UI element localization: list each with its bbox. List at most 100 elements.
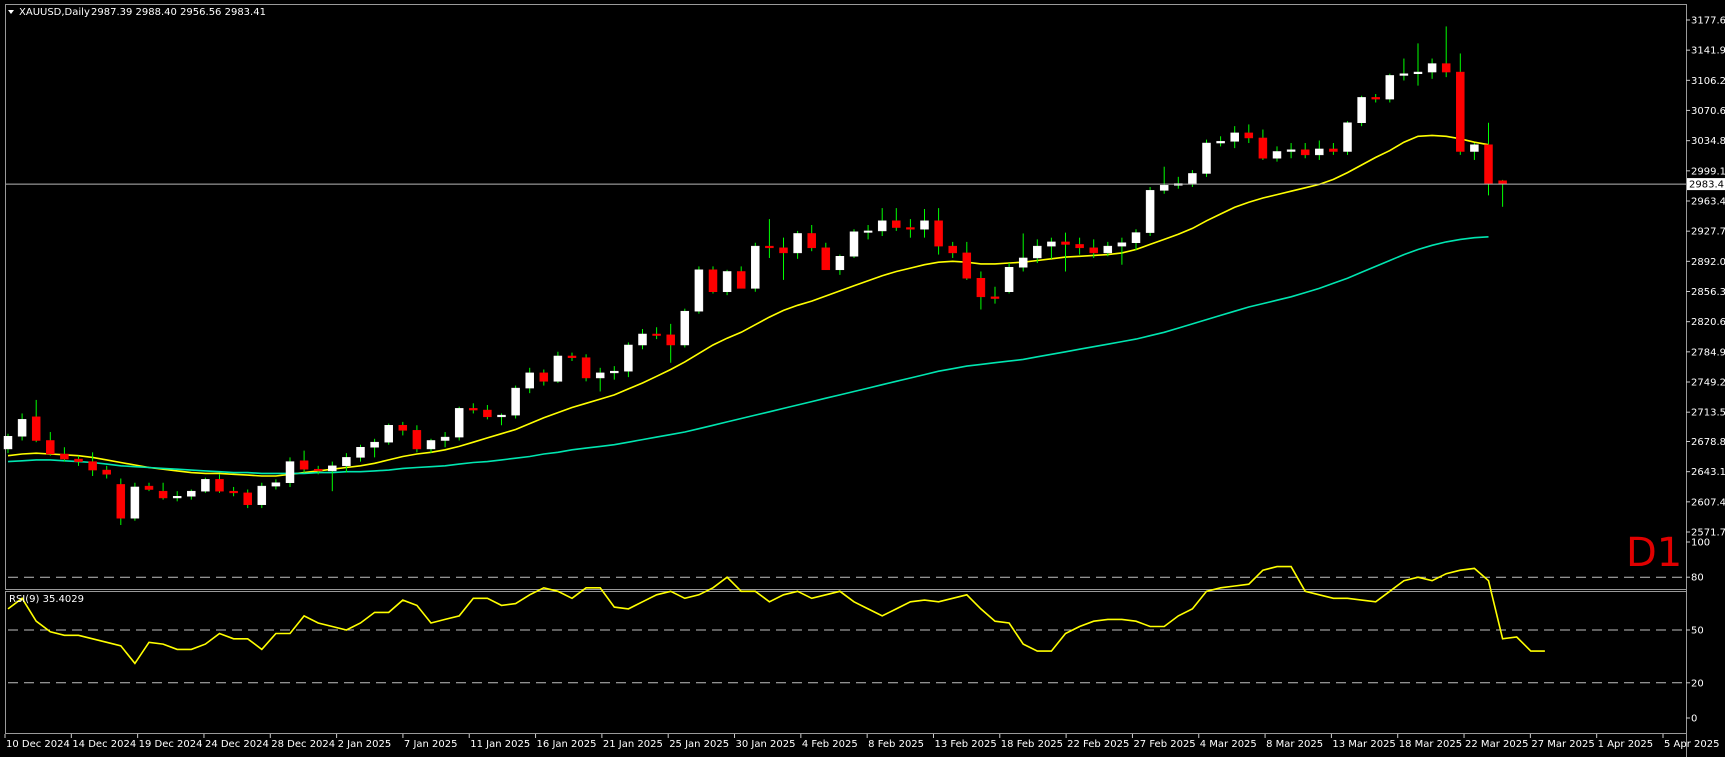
bull-candle-body: [553, 355, 563, 382]
price-tick-label: 2784.90: [1691, 347, 1725, 358]
bull-candle-body: [920, 220, 929, 230]
candle: [849, 229, 859, 258]
bear-candle-body: [666, 334, 675, 346]
bull-candle-body: [849, 231, 859, 257]
time-tick-label: 18 Mar 2025: [1399, 739, 1462, 750]
bear-candle-body: [821, 247, 831, 271]
time-tick-label: 13 Mar 2025: [1332, 739, 1395, 750]
bull-candle-body: [328, 465, 337, 472]
bull-candle-body: [1286, 149, 1296, 152]
bear-candle-body: [1441, 63, 1451, 73]
price-tick-label: 3141.90: [1691, 46, 1725, 57]
bear-candle-body: [1075, 244, 1084, 249]
bull-candle-body: [1216, 141, 1225, 144]
candle: [511, 385, 520, 419]
time-tick-label: 30 Jan 2025: [736, 739, 796, 750]
bear-candle-body: [412, 430, 422, 450]
bear-candle-body: [1258, 137, 1268, 159]
candle: [553, 351, 563, 384]
bull-candle-body: [1272, 151, 1282, 159]
time-tick-label: 13 Feb 2025: [934, 739, 996, 750]
bear-candle-body: [88, 461, 97, 471]
candle: [257, 482, 267, 509]
bear-candle-body: [765, 245, 774, 249]
bear-candle-body: [116, 484, 126, 519]
bear-candle-body: [1244, 132, 1254, 139]
candle: [751, 242, 760, 292]
candle: [1202, 139, 1211, 177]
bull-candle-body: [1427, 63, 1437, 73]
bear-candle-body: [652, 333, 661, 336]
bear-candle-body: [892, 220, 901, 228]
bull-candle-body: [1470, 144, 1479, 152]
bear-candle-body: [581, 357, 591, 379]
price-tick-label: 2820.60: [1691, 317, 1725, 328]
time-tick-label: 8 Feb 2025: [868, 739, 924, 750]
bull-candle-body: [1188, 173, 1197, 184]
price-tick-label: 2856.30: [1691, 287, 1725, 298]
symbol-label: XAUUSD,Daily: [19, 7, 90, 18]
time-tick-label: 27 Mar 2025: [1531, 739, 1594, 750]
bear-candle-body: [46, 440, 55, 455]
time-tick-label: 27 Feb 2025: [1133, 739, 1195, 750]
price-tick-label: 3070.60: [1691, 106, 1725, 117]
time-tick-label: 1 Apr 2025: [1598, 739, 1653, 750]
bull-candle-body: [1315, 148, 1324, 156]
bear-candle-body: [1089, 247, 1098, 254]
bull-candle-body: [1103, 245, 1113, 254]
bull-candle-body: [624, 344, 633, 372]
candle: [1357, 95, 1366, 127]
candle: [722, 269, 732, 296]
bear-candle-body: [243, 492, 252, 505]
time-tick-label: 11 Jan 2025: [470, 739, 530, 750]
bull-candle-body: [1033, 245, 1042, 259]
bear-candle-body: [469, 408, 478, 411]
time-tick-label: 16 Jan 2025: [537, 739, 597, 750]
bull-candle-body: [3, 436, 13, 450]
bull-candle-body: [426, 440, 436, 450]
candle: [201, 477, 210, 493]
bear-candle-body: [74, 458, 83, 462]
time-tick-label: 25 Jan 2025: [669, 739, 729, 750]
time-tick-label: 19 Dec 2024: [139, 739, 203, 750]
bear-candle-body: [807, 233, 816, 249]
price-tick-label: 2643.10: [1691, 467, 1725, 478]
time-tick-label: 7 Jan 2025: [404, 739, 458, 750]
bull-candle-body: [694, 269, 704, 312]
candle: [694, 266, 704, 314]
candle: [116, 478, 126, 525]
bull-candle-body: [454, 408, 464, 438]
time-tick-label: 18 Feb 2025: [1001, 739, 1063, 750]
price-tick-label: 2963.40: [1691, 197, 1725, 208]
bull-candle-body: [130, 486, 140, 519]
bull-candle-body: [1343, 122, 1352, 152]
bear-candle-body: [934, 220, 943, 247]
rsi-tick-label: 100: [1691, 538, 1710, 549]
time-tick-label: 5 Apr 2025: [1664, 739, 1719, 750]
bull-candle-body: [1202, 142, 1211, 174]
time-tick-label: 4 Feb 2025: [802, 739, 858, 750]
price-tick-label: 3106.20: [1691, 76, 1725, 87]
bear-candle-body: [313, 468, 323, 472]
trading-terminal: 3177.60 3141.90 3106.20 3070.60 3034.80 2999.…: [0, 0, 1725, 757]
bull-candle-body: [1131, 232, 1141, 243]
rsi-tick-label: 50: [1691, 626, 1704, 637]
candle: [384, 423, 393, 445]
price-tick-label: 3034.80: [1691, 136, 1725, 147]
bull-candle-body: [370, 441, 379, 448]
time-tick-label: 22 Feb 2025: [1067, 739, 1129, 750]
time-tick-label: 4 Mar 2025: [1200, 739, 1257, 750]
bull-candle-body: [1413, 71, 1423, 74]
price-tick-label: 2713.50: [1691, 408, 1725, 419]
bear-candle-body: [948, 245, 957, 254]
chart-canvas[interactable]: 3177.60 3141.90 3106.20 3070.60 3034.80 2999.…: [0, 0, 1725, 757]
bull-candle-body: [384, 425, 393, 443]
price-tick-label: 2999.10: [1691, 166, 1725, 177]
bull-candle-body: [172, 496, 182, 499]
bull-candle-body: [835, 256, 845, 271]
candle: [1145, 186, 1155, 236]
bull-candle-body: [187, 490, 196, 497]
bear-candle-body: [990, 296, 1000, 299]
bull-candle-body: [793, 233, 802, 254]
bull-candle-body: [525, 372, 534, 389]
